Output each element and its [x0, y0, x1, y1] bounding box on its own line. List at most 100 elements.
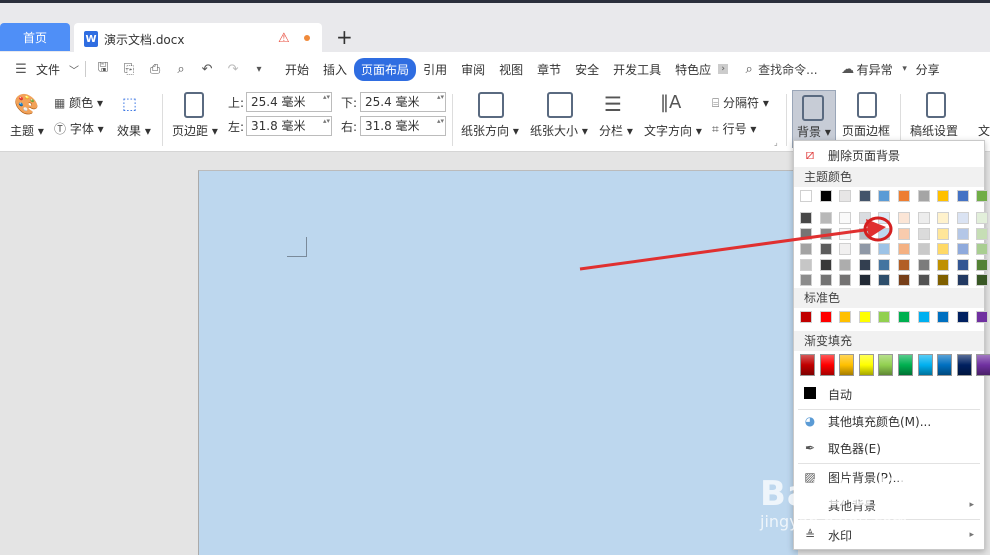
standard-color-swatch[interactable] [858, 311, 871, 323]
theme-shade-swatch[interactable] [878, 243, 891, 255]
theme-color-swatch[interactable] [937, 190, 950, 202]
paper-size-icon[interactable] [547, 92, 573, 118]
right-margin-input[interactable]: 31.8 毫米 [360, 116, 446, 136]
theme-color-swatch[interactable] [819, 190, 832, 202]
gradient-swatch[interactable] [819, 354, 835, 376]
theme-shade-swatch[interactable] [956, 243, 969, 255]
gradient-swatch[interactable] [898, 354, 913, 376]
theme-shade-swatch[interactable] [917, 258, 930, 271]
menu-view[interactable]: 视图 [492, 58, 530, 81]
gradient-swatch[interactable] [976, 354, 990, 376]
search-icon[interactable]: ⌕ [740, 62, 758, 77]
print-icon[interactable]: ⎙ [142, 62, 168, 77]
theme-shade-swatch[interactable] [819, 258, 832, 271]
theme-shade-swatch[interactable] [800, 227, 812, 240]
bottom-margin-input[interactable]: 25.4 毫米 [360, 92, 446, 112]
theme-button[interactable]: 主题 ▾ [10, 122, 44, 139]
theme-shade-swatch[interactable] [819, 274, 832, 286]
scroll-right-icon[interactable]: › [718, 64, 729, 74]
theme-shade-swatch[interactable] [858, 274, 871, 286]
theme-shade-swatch[interactable] [956, 212, 969, 224]
theme-shade-swatch[interactable] [976, 212, 989, 224]
theme-shade-swatch[interactable] [898, 243, 910, 255]
eyedropper-item[interactable]: ✒ 取色器(E) [794, 436, 984, 460]
theme-shade-swatch[interactable] [937, 227, 950, 240]
theme-shade-swatch[interactable] [858, 212, 871, 224]
text-direction-icon[interactable]: ‖A [660, 92, 681, 113]
theme-shade-swatch[interactable] [917, 212, 930, 224]
theme-shade-swatch[interactable] [956, 227, 969, 240]
undo-icon[interactable]: ↶ [194, 62, 220, 77]
menu-insert[interactable]: 插入 [316, 58, 354, 81]
theme-shade-swatch[interactable] [917, 274, 930, 286]
theme-shade-swatch[interactable] [839, 274, 852, 286]
columns-button[interactable]: 分栏 ▾ [599, 122, 633, 139]
page-border-button[interactable]: 页面边框 [842, 122, 890, 139]
standard-color-swatch[interactable] [800, 311, 812, 323]
chevron-down-icon[interactable]: ﹀ [67, 62, 81, 77]
gradient-swatch[interactable] [858, 354, 874, 376]
line-numbers-button[interactable]: ⌗ 行号 ▾ [712, 120, 756, 137]
theme-shade-swatch[interactable] [839, 258, 852, 271]
theme-shade-swatch[interactable] [800, 258, 812, 271]
warning-icon[interactable]: ⚠ [278, 31, 290, 46]
text-direction-button[interactable]: 文字方向 ▾ [644, 122, 702, 139]
tab-home[interactable]: 首页 [0, 23, 70, 51]
top-margin-input[interactable]: 25.4 毫米 [246, 92, 332, 112]
theme-shade-swatch[interactable] [800, 212, 812, 224]
effect-button[interactable]: 效果 ▾ [117, 122, 151, 139]
menu-review[interactable]: 审阅 [454, 58, 492, 81]
theme-color-swatch[interactable] [800, 190, 812, 202]
group-expand-icon[interactable]: ⌟ [774, 138, 778, 147]
standard-color-swatch[interactable] [878, 311, 891, 323]
theme-shade-swatch[interactable] [956, 258, 969, 271]
menu-file[interactable]: 文件 [34, 58, 67, 81]
chevron-down-icon[interactable]: ▾ [900, 64, 910, 74]
theme-shade-swatch[interactable] [800, 274, 812, 286]
margins-button[interactable]: 页边距 ▾ [172, 122, 218, 139]
gradient-swatch[interactable] [956, 354, 972, 376]
print-preview-icon[interactable]: ⌕ [168, 62, 194, 77]
theme-shade-swatch[interactable] [898, 258, 910, 271]
command-search[interactable]: 查找命令... [758, 58, 824, 81]
gradient-swatch[interactable] [800, 354, 815, 376]
theme-shade-swatch[interactable] [937, 243, 950, 255]
theme-shade-swatch[interactable] [878, 258, 891, 271]
theme-color-swatch[interactable] [858, 190, 871, 202]
theme-shade-swatch[interactable] [976, 227, 989, 240]
sync-status[interactable]: 有异常 [857, 58, 900, 81]
theme-shade-swatch[interactable] [878, 227, 891, 240]
ribbon-more[interactable]: 文 [978, 122, 990, 139]
standard-color-swatch[interactable] [917, 311, 930, 323]
paper-size-button[interactable]: 纸张大小 ▾ [530, 122, 588, 139]
grid-paper-button[interactable]: 稿纸设置 [910, 122, 958, 139]
theme-shade-swatch[interactable] [819, 227, 832, 240]
new-tab-button[interactable]: + [336, 27, 353, 47]
theme-color-swatch[interactable] [878, 190, 891, 202]
theme-color-swatch[interactable] [839, 190, 852, 202]
theme-shade-swatch[interactable] [858, 258, 871, 271]
standard-color-swatch[interactable] [956, 311, 969, 323]
redo-icon[interactable]: ↷ [220, 62, 246, 77]
share-button[interactable]: 分享 [910, 58, 947, 81]
theme-shade-swatch[interactable] [878, 212, 891, 224]
remove-page-background[interactable]: ⧄ 删除页面背景 [794, 143, 984, 167]
theme-shade-swatch[interactable] [917, 243, 930, 255]
page-border-icon[interactable] [857, 92, 877, 118]
theme-color-swatch[interactable] [956, 190, 969, 202]
gradient-swatch[interactable] [917, 354, 933, 376]
standard-color-swatch[interactable] [819, 311, 832, 323]
standard-color-swatch[interactable] [937, 311, 950, 323]
menu-page-layout[interactable]: 页面布局 [354, 57, 417, 81]
menu-special[interactable]: 特色应 [668, 58, 718, 81]
theme-shade-swatch[interactable] [976, 258, 989, 271]
breaks-button[interactable]: ⌸ 分隔符 ▾ [712, 94, 769, 111]
theme-shade-swatch[interactable] [976, 274, 989, 286]
orientation-icon[interactable] [478, 92, 504, 118]
more-fill-colors[interactable]: ◕ 其他填充颜色(M)... [794, 409, 984, 433]
cloud-warning-icon[interactable]: ☁ [839, 62, 857, 77]
grid-paper-icon[interactable] [926, 92, 946, 118]
menu-start[interactable]: 开始 [278, 58, 316, 81]
theme-palette-icon[interactable]: 🎨 [14, 92, 39, 116]
gradient-swatch[interactable] [878, 354, 894, 376]
